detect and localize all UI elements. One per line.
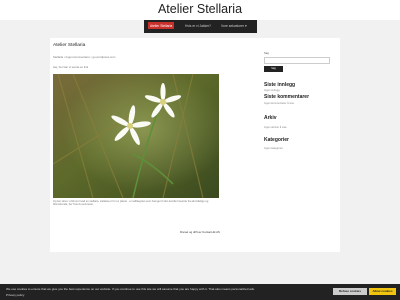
search-input[interactable]	[264, 57, 330, 64]
search-button[interactable]: Søg	[264, 66, 283, 72]
categories-text: Ingen kategorier	[264, 147, 283, 150]
cookie-text: We use cookies to ensure that we give yo…	[6, 286, 255, 291]
post-intro: Hej, her kan vi sende en link	[53, 65, 89, 69]
archive-text: Ingen arkiver å vise.	[264, 126, 288, 129]
stellaria-photo	[53, 74, 219, 198]
post-title[interactable]: Atelier Stellaria	[53, 43, 85, 48]
privacy-link[interactable]: Privacy policy	[6, 293, 24, 297]
photo-caption: Og her skrev vi lidt om hvad en stellari…	[53, 200, 209, 207]
nav-item-services[interactable]: Vore sekvatorer ▾	[221, 24, 247, 28]
post-meta: Stellaria • Ingen kommentarer • go.wordp…	[53, 55, 116, 59]
chevron-down-icon: ▾	[245, 23, 247, 28]
cookie-accept-button[interactable]: Allow cookies	[369, 288, 396, 295]
nav-item-home[interactable]: Atelier Stellaria	[148, 22, 175, 29]
nav-item-about[interactable]: Hvis er vi Jakker?	[185, 24, 211, 28]
content-panel: Atelier Stellaria Stellaria • Ingen komm…	[50, 38, 340, 252]
footer-credit: Drevet og drift av Contact.dk AS	[180, 230, 220, 234]
categories-title: Kategorier	[264, 137, 290, 143]
site-header: Atelier Stellaria	[0, 0, 400, 20]
recent-comments-text: Ingen kommentarer å vise.	[264, 102, 295, 105]
recent-posts-text: Ingen innlegg	[264, 89, 280, 92]
cookie-refuse-button[interactable]: Refuse cookies	[333, 288, 367, 295]
recent-posts-title: Siste innlegg	[264, 82, 296, 88]
recent-comments-title: Siste kommentarer	[264, 94, 310, 100]
search-label: Søg	[264, 52, 269, 55]
archive-title: Arkiv	[264, 115, 277, 121]
cookie-banner: We use cookies to ensure that we give yo…	[0, 284, 400, 300]
main-nav: Atelier Stellaria Hvis er vi Jakker? Vor…	[144, 20, 257, 33]
site-title[interactable]: Atelier Stellaria	[0, 2, 400, 16]
